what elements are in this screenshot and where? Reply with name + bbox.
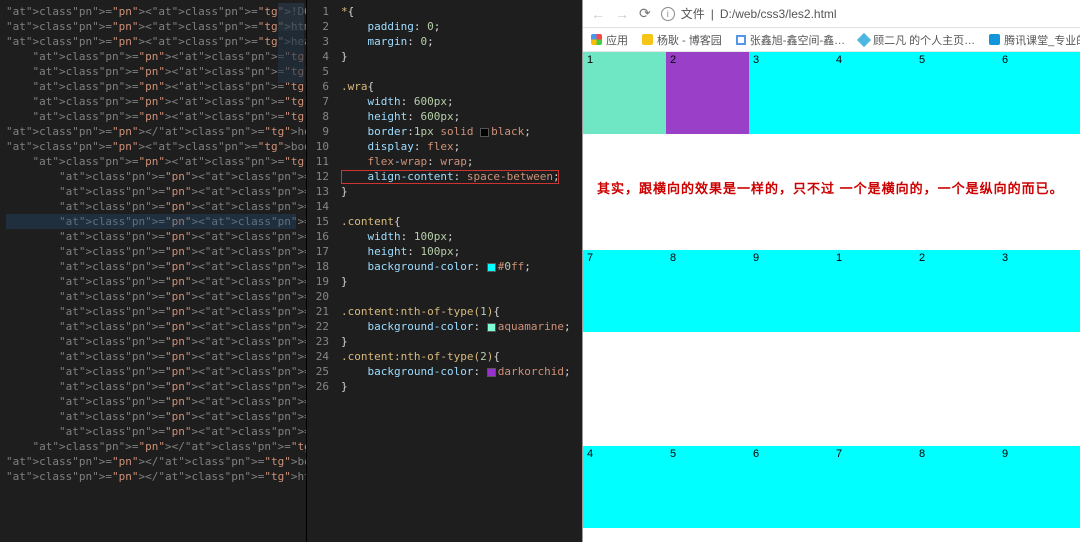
flex-item: 8 [666,250,749,332]
flex-item: 4 [832,52,915,134]
addr-path: D:/web/css3/les2.html [720,7,837,21]
flex-row: 4 5 6 7 8 9 [583,446,1080,528]
flex-row: 7 8 9 1 2 3 [583,250,1080,332]
css-code-block[interactable]: 1*{2 padding: 0;3 margin: 0;4}56.wra{7 w… [307,4,582,394]
page-render: 1 2 3 4 5 6 7 8 9 1 2 3 4 5 6 7 8 9 [583,52,1080,542]
browser-pane: ← → ⟳ i 文件 | D:/web/css3/les2.html 应用 杨耿… [582,0,1080,542]
addr-sep: | [711,7,714,21]
bookmark-4[interactable]: 腾讯课堂_专业的在… [989,32,1080,48]
flex-item: 9 [749,250,832,332]
flex-item: 3 [998,250,1080,332]
flex-item: 5 [666,446,749,528]
flex-item: 7 [832,446,915,528]
address-bar[interactable]: i 文件 | D:/web/css3/les2.html [661,5,1072,22]
info-icon[interactable]: i [661,7,675,21]
minimap[interactable] [278,3,304,83]
flex-item: 9 [998,446,1080,528]
forward-icon[interactable]: → [615,6,629,22]
favicon-icon [642,34,653,45]
editor-pane-css[interactable]: 1*{2 padding: 0;3 margin: 0;4}56.wra{7 w… [306,0,582,542]
flex-container: 1 2 3 4 5 6 7 8 9 1 2 3 4 5 6 7 8 9 [583,52,1080,538]
favicon-icon [857,32,871,46]
bookmark-apps[interactable]: 应用 [591,32,628,48]
flex-item: 3 [749,52,832,134]
flex-item: 2 [915,250,998,332]
browser-toolbar: ← → ⟳ i 文件 | D:/web/css3/les2.html [583,0,1080,28]
flex-row: 1 2 3 4 5 6 [583,52,1080,134]
flex-item: 1 [583,52,666,134]
html-code-block[interactable]: "at">class"pn">="pn"><"at">class"pn">="t… [6,4,306,484]
apps-icon [591,34,602,45]
addr-scheme: 文件 [681,5,705,22]
bookmark-2[interactable]: 张鑫旭-鑫空间-鑫… [736,32,845,48]
bookmark-3[interactable]: 顾二凡 的个人主页… [859,32,975,48]
flex-item: 6 [749,446,832,528]
flex-item: 4 [583,446,666,528]
bookmarks-bar: 应用 杨耿 - 博客园 张鑫旭-鑫空间-鑫… 顾二凡 的个人主页… 腾讯课堂_专… [583,28,1080,52]
flex-item: 2 [666,52,749,134]
bookmark-1[interactable]: 杨耿 - 博客园 [642,32,722,48]
flex-item: 7 [583,250,666,332]
editor-pane-html[interactable]: "at">class"pn">="pn"><"at">class"pn">="t… [0,0,306,542]
flex-item: 1 [832,250,915,332]
flex-item: 5 [915,52,998,134]
favicon-icon [989,34,1000,45]
favicon-icon [736,35,746,45]
annotation-text: 其实，跟横向的效果是一样的，只不过 一个是横向的，一个是纵向的而已。 [597,178,1064,197]
reload-icon[interactable]: ⟳ [639,5,651,22]
flex-item: 6 [998,52,1080,134]
back-icon[interactable]: ← [591,6,605,22]
flex-item: 8 [915,446,998,528]
